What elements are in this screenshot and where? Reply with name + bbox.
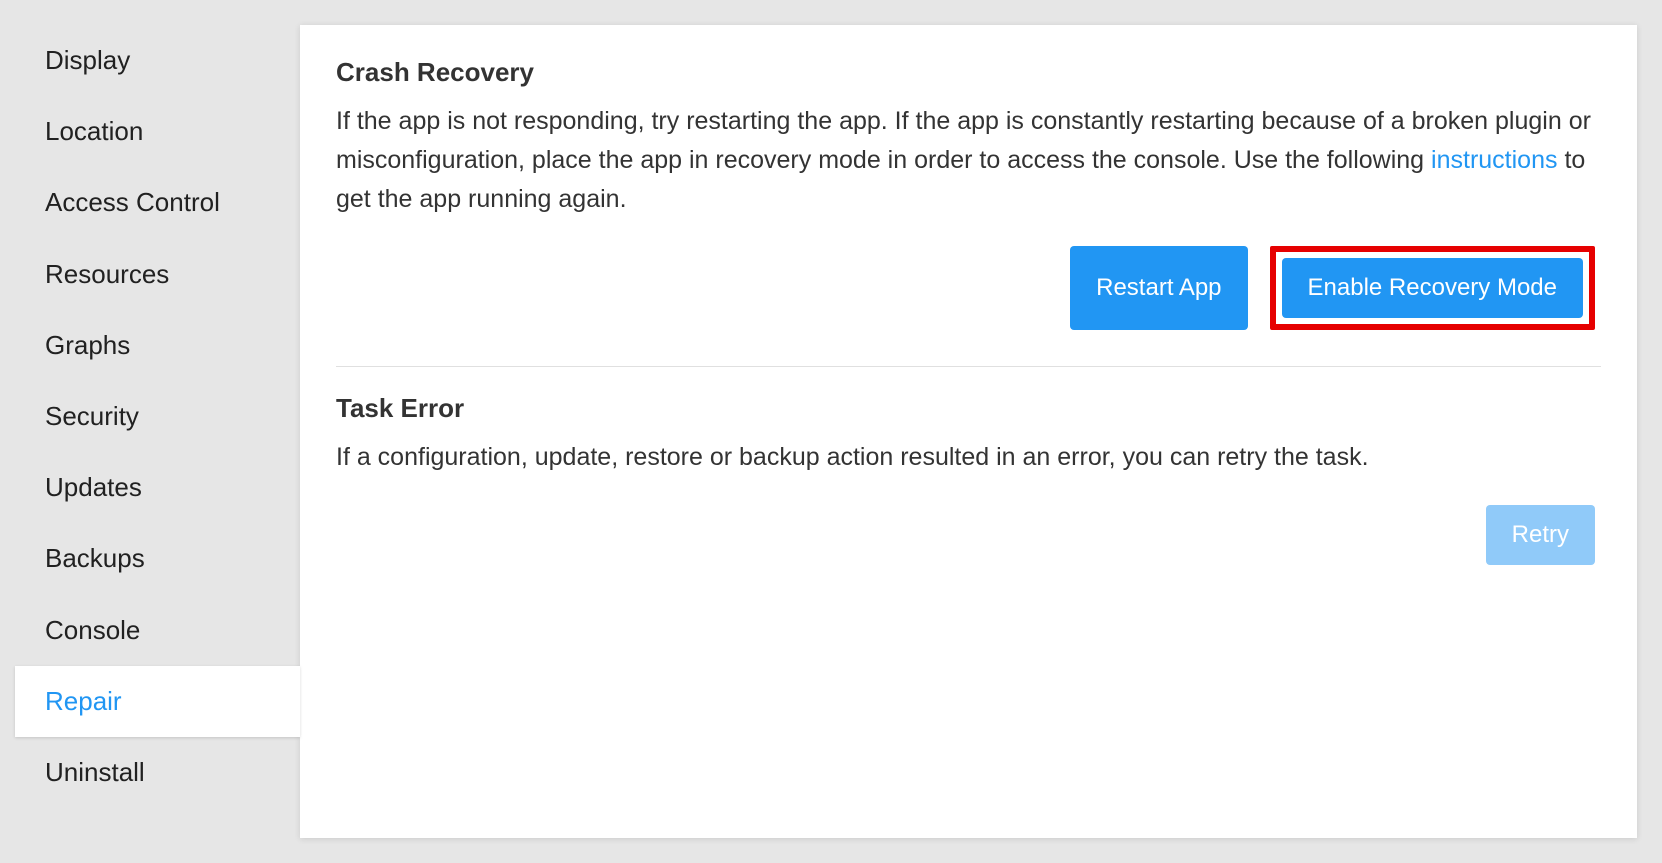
sidebar-item-updates[interactable]: Updates xyxy=(15,452,300,523)
main-panel: Crash Recovery If the app is not respond… xyxy=(300,25,1637,838)
sidebar-item-display[interactable]: Display xyxy=(15,25,300,96)
sidebar-item-console[interactable]: Console xyxy=(15,595,300,666)
sidebar: Display Location Access Control Resource… xyxy=(15,25,300,838)
sidebar-item-backups[interactable]: Backups xyxy=(15,523,300,594)
instructions-link[interactable]: instructions xyxy=(1431,146,1557,174)
crash-recovery-title: Crash Recovery xyxy=(336,57,1601,88)
section-divider xyxy=(336,366,1601,367)
sidebar-item-security[interactable]: Security xyxy=(15,381,300,452)
crash-recovery-section: Crash Recovery If the app is not respond… xyxy=(336,57,1601,330)
crash-text-before: If the app is not responding, try restar… xyxy=(336,107,1591,174)
task-error-text: If a configuration, update, restore or b… xyxy=(336,438,1601,477)
recovery-highlight: Enable Recovery Mode xyxy=(1270,246,1595,330)
task-error-title: Task Error xyxy=(336,393,1601,424)
task-button-row: Retry xyxy=(336,505,1601,565)
task-error-section: Task Error If a configuration, update, r… xyxy=(336,393,1601,565)
sidebar-item-graphs[interactable]: Graphs xyxy=(15,310,300,381)
sidebar-item-location[interactable]: Location xyxy=(15,96,300,167)
retry-button[interactable]: Retry xyxy=(1486,505,1595,565)
sidebar-item-repair[interactable]: Repair xyxy=(15,666,300,737)
crash-button-row: Restart App Enable Recovery Mode xyxy=(336,246,1601,330)
restart-app-button[interactable]: Restart App xyxy=(1070,246,1247,330)
enable-recovery-mode-button[interactable]: Enable Recovery Mode xyxy=(1282,258,1583,318)
sidebar-item-resources[interactable]: Resources xyxy=(15,239,300,310)
sidebar-item-uninstall[interactable]: Uninstall xyxy=(15,737,300,808)
crash-recovery-text: If the app is not responding, try restar… xyxy=(336,102,1601,218)
sidebar-item-access-control[interactable]: Access Control xyxy=(15,167,300,238)
